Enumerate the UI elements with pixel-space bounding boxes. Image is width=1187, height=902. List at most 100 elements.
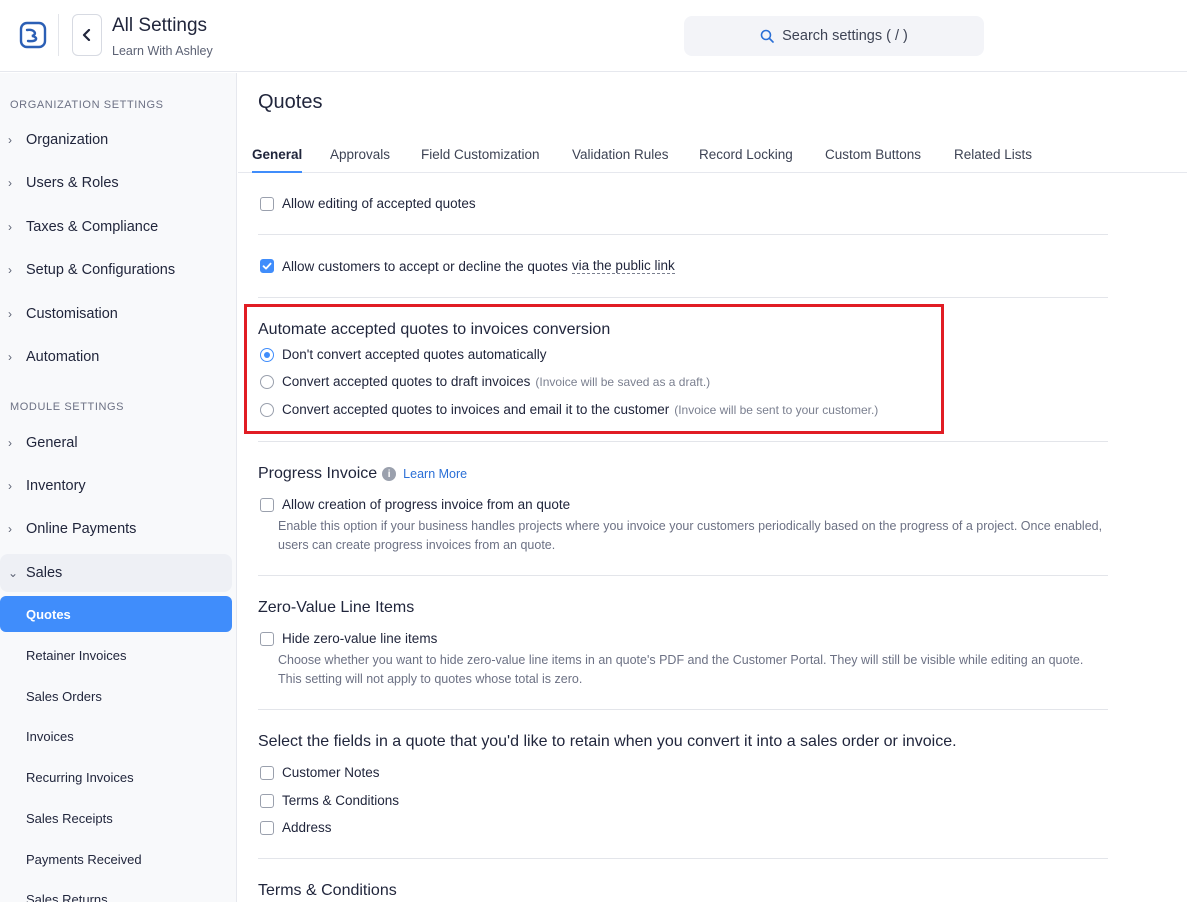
automate-option-row: Convert accepted quotes to draft invoice…: [260, 374, 710, 389]
allow-editing-row: Allow editing of accepted quotes: [260, 196, 476, 211]
section-divider: [258, 234, 1108, 235]
chevron-right-icon: ›: [8, 436, 12, 450]
tab-record-locking[interactable]: Record Locking: [699, 147, 793, 173]
top-header: All Settings Learn With Ashley Search se…: [0, 0, 1187, 72]
chevron-right-icon: ›: [8, 176, 12, 190]
page-header-title: All Settings: [112, 15, 208, 36]
sidebar-item-automation[interactable]: › Automation: [0, 338, 232, 376]
chevron-right-icon: ›: [8, 263, 12, 277]
progress-invoice-title: Progress Invoice i Learn More: [258, 465, 467, 483]
search-icon: [760, 29, 774, 43]
convert-draft-radio[interactable]: [260, 374, 274, 389]
retain-field-row: Customer Notes: [260, 765, 380, 780]
chevron-right-icon: ›: [8, 307, 12, 321]
search-settings-input[interactable]: Search settings ( / ): [684, 16, 984, 56]
sidebar-item-label: Organization: [26, 132, 109, 148]
chevron-down-icon: ⌄: [8, 566, 19, 580]
learn-more-link[interactable]: Learn More: [403, 467, 467, 481]
settings-tabs: General Approvals Field Customization Va…: [238, 135, 1187, 173]
chevron-right-icon: ›: [8, 479, 12, 493]
section-divider: [258, 709, 1108, 710]
retain-field-row: Terms & Conditions: [260, 793, 399, 808]
progress-invoice-heading: Progress Invoice: [258, 465, 378, 482]
sidebar-item-sales-returns[interactable]: Sales Returns: [0, 881, 232, 902]
tab-related-lists[interactable]: Related Lists: [954, 147, 1032, 173]
chevron-right-icon: ›: [8, 522, 12, 536]
retain-field-label: Address: [282, 820, 332, 835]
sidebar-item-recurring-invoices[interactable]: Recurring Invoices: [0, 759, 232, 795]
sidebar-item-general[interactable]: › General: [0, 424, 232, 462]
tab-field-customization[interactable]: Field Customization: [421, 147, 540, 173]
sidebar-item-quotes[interactable]: Quotes: [0, 596, 232, 632]
option-hint: (Invoice will be saved as a draft.): [535, 374, 711, 389]
retain-fields-title: Select the fields in a quote that you'd …: [258, 733, 957, 750]
checkmark-icon: [262, 262, 272, 270]
chevron-right-icon: ›: [8, 133, 12, 147]
organization-name: Learn With Ashley: [112, 44, 213, 58]
sidebar-item-label: Taxes & Compliance: [26, 219, 159, 235]
info-icon[interactable]: i: [382, 467, 397, 481]
tab-approvals[interactable]: Approvals: [330, 147, 390, 173]
sidebar-item-organization[interactable]: › Organization: [0, 121, 232, 159]
zero-value-title: Zero-Value Line Items: [258, 599, 415, 616]
sidebar-item-setup-configurations[interactable]: › Setup & Configurations: [0, 251, 232, 289]
sidebar-item-label: General: [26, 435, 78, 451]
public-link[interactable]: via the public link: [571, 258, 675, 274]
address-checkbox[interactable]: [260, 820, 274, 835]
sidebar-item-sales-receipts[interactable]: Sales Receipts: [0, 800, 232, 836]
retain-field-row: Address: [260, 820, 332, 835]
sidebar-item-inventory[interactable]: › Inventory: [0, 467, 232, 505]
section-divider: [258, 858, 1108, 859]
zero-value-row: Hide zero-value line items: [260, 631, 437, 646]
settings-content: Quotes General Approvals Field Customiza…: [238, 73, 1187, 902]
progress-invoice-checkbox[interactable]: [260, 497, 274, 512]
retain-field-label: Customer Notes: [282, 765, 380, 780]
allow-customers-label: Allow customers to accept or decline the…: [282, 258, 568, 274]
section-divider: [258, 575, 1108, 576]
sidebar-item-label: Setup & Configurations: [26, 262, 176, 278]
tab-general[interactable]: General: [252, 147, 303, 173]
sidebar-item-label: Online Payments: [26, 521, 137, 537]
dont-convert-radio[interactable]: [260, 347, 274, 362]
option-label: Convert accepted quotes to draft invoice…: [282, 374, 531, 389]
sidebar-item-label: Sales: [26, 565, 63, 581]
sidebar-item-label: Customisation: [26, 306, 118, 322]
organization-settings-heading: ORGANIZATION SETTINGS: [10, 99, 164, 111]
sidebar-item-sales[interactable]: ⌄ Sales: [0, 554, 232, 592]
sidebar-item-users-roles[interactable]: › Users & Roles: [0, 164, 232, 202]
app-logo-icon[interactable]: [18, 20, 48, 50]
option-label: Convert accepted quotes to invoices and …: [282, 402, 670, 417]
allow-editing-checkbox[interactable]: [260, 196, 274, 211]
sidebar-item-retainer-invoices[interactable]: Retainer Invoices: [0, 637, 232, 673]
tab-validation-rules[interactable]: Validation Rules: [572, 147, 669, 173]
automate-option-row: Convert accepted quotes to invoices and …: [260, 402, 878, 417]
section-divider: [258, 297, 1108, 298]
progress-invoice-label: Allow creation of progress invoice from …: [282, 497, 571, 512]
progress-invoice-description: Enable this option if your business hand…: [278, 519, 1103, 552]
allow-customers-row: Allow customers to accept or decline the…: [260, 258, 675, 274]
sidebar-item-customisation[interactable]: › Customisation: [0, 295, 232, 333]
tab-custom-buttons[interactable]: Custom Buttons: [825, 147, 921, 173]
option-label: Don't convert accepted quotes automatica…: [282, 347, 547, 362]
terms-conditions-checkbox[interactable]: [260, 793, 274, 808]
convert-email-radio[interactable]: [260, 402, 274, 417]
customer-notes-checkbox[interactable]: [260, 765, 274, 780]
chevron-right-icon: ›: [8, 220, 12, 234]
module-settings-heading: MODULE SETTINGS: [10, 401, 125, 413]
sidebar-item-online-payments[interactable]: › Online Payments: [0, 510, 232, 548]
sidebar-item-sales-orders[interactable]: Sales Orders: [0, 678, 232, 714]
sidebar-item-taxes-compliance[interactable]: › Taxes & Compliance: [0, 208, 232, 246]
hide-zero-value-label: Hide zero-value line items: [282, 631, 438, 646]
sidebar-item-label: Users & Roles: [26, 175, 119, 191]
allow-customers-checkbox[interactable]: [260, 259, 274, 273]
allow-editing-label: Allow editing of accepted quotes: [282, 196, 476, 211]
chevron-left-icon: [82, 29, 91, 41]
sidebar-item-payments-received[interactable]: Payments Received: [0, 841, 232, 877]
sidebar-item-invoices[interactable]: Invoices: [0, 718, 232, 754]
automate-section-title: Automate accepted quotes to invoices con…: [258, 321, 611, 338]
settings-sidebar: ORGANIZATION SETTINGS › Organization › U…: [0, 73, 237, 902]
hide-zero-value-checkbox[interactable]: [260, 631, 274, 646]
automate-option-row: Don't convert accepted quotes automatica…: [260, 347, 546, 362]
option-hint: (Invoice will be sent to your customer.): [674, 402, 879, 417]
back-button[interactable]: [72, 14, 102, 56]
